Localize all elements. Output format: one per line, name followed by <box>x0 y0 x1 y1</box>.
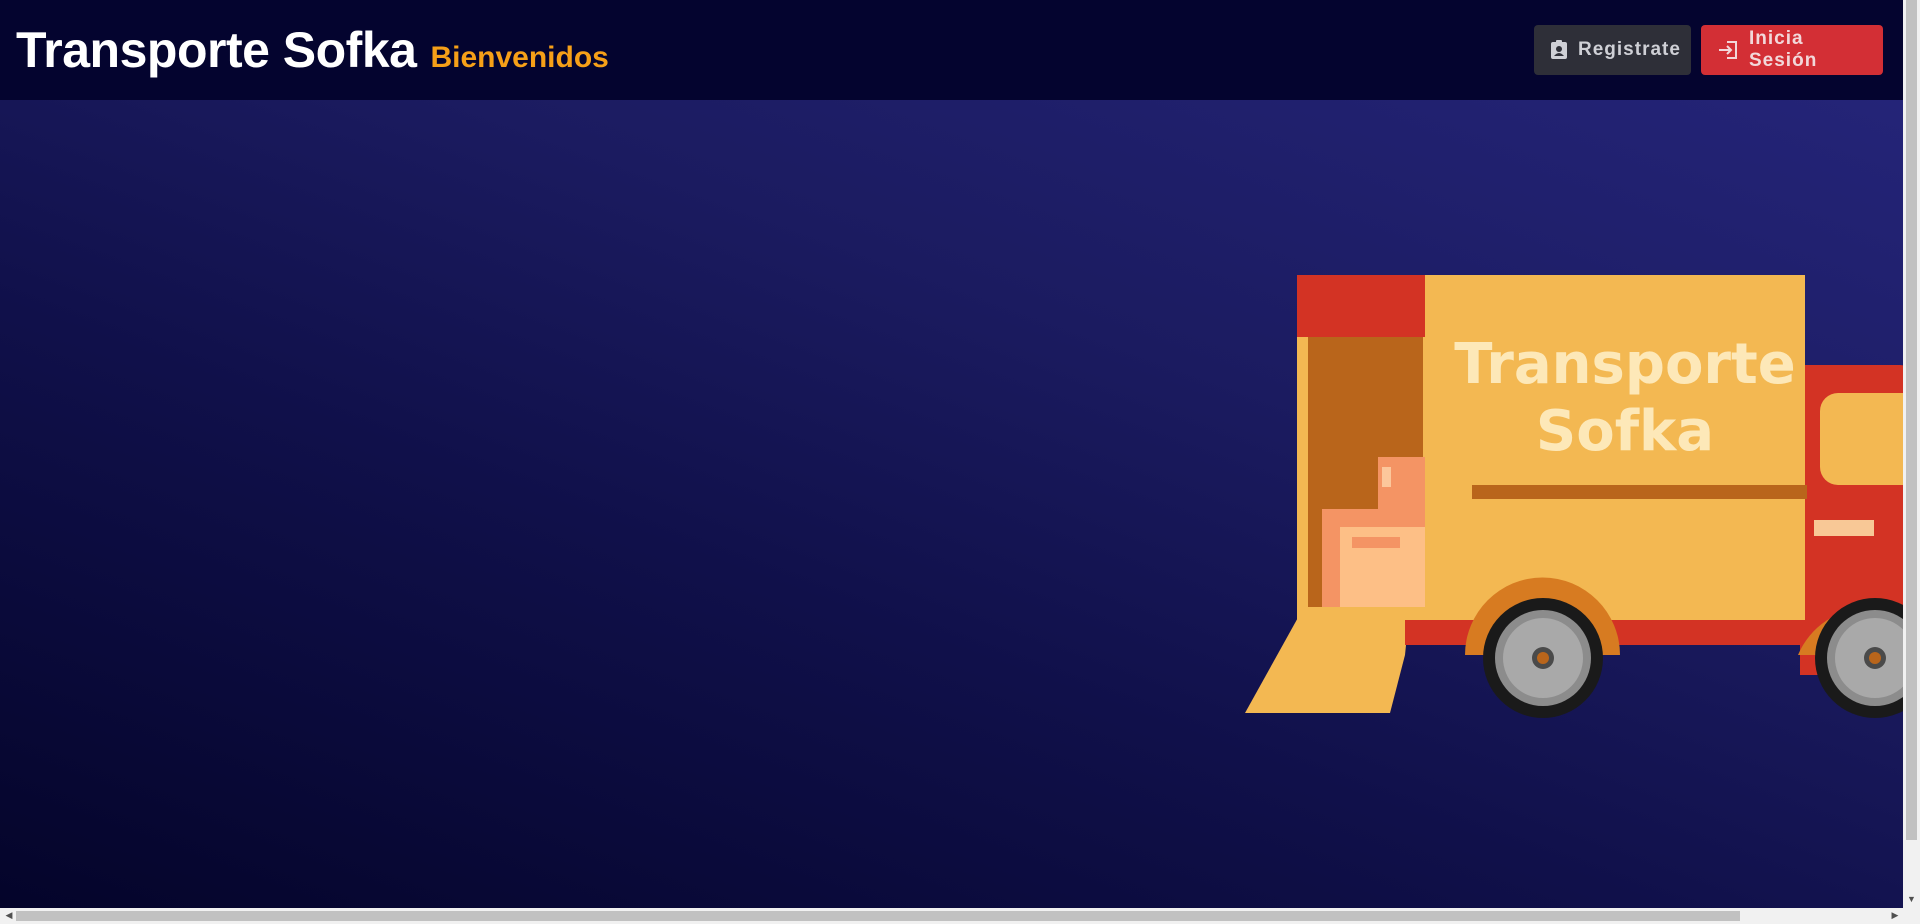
vertical-scroll-thumb[interactable] <box>1906 0 1917 840</box>
header-actions: Registrate Inicia Sesión <box>1534 25 1883 75</box>
register-button[interactable]: Registrate <box>1534 25 1691 75</box>
truck-cargo-roof <box>1297 275 1425 337</box>
app-title: Transporte Sofka <box>16 22 417 78</box>
brand: Transporte Sofka Bienvenidos <box>16 21 609 79</box>
hero-section: Transporte Sofka <box>0 100 1903 908</box>
scroll-left-arrow-icon[interactable]: ◀ <box>2 910 16 922</box>
login-button[interactable]: Inicia Sesión <box>1701 25 1883 75</box>
horizontal-scrollbar[interactable]: ◀ ▶ <box>0 908 1920 924</box>
login-button-label: Inicia Sesión <box>1749 28 1818 71</box>
horizontal-scroll-thumb[interactable] <box>16 911 1740 921</box>
scroll-right-arrow-icon[interactable]: ▶ <box>1888 910 1902 922</box>
id-badge-icon <box>1551 40 1567 59</box>
vertical-scrollbar[interactable]: ▼ <box>1903 0 1920 908</box>
truck-text-line2: Sofka <box>1536 399 1714 464</box>
welcome-subtitle: Bienvenidos <box>430 41 609 74</box>
register-button-label: Registrate <box>1578 39 1681 60</box>
truck-door-handle <box>1814 520 1874 536</box>
truck-illustration: Transporte Sofka <box>1245 275 1903 718</box>
scroll-down-arrow-icon[interactable]: ▼ <box>1903 894 1920 906</box>
truck-ramp <box>1245 605 1410 713</box>
login-icon <box>1719 41 1737 59</box>
truck-stripe <box>1472 485 1807 499</box>
truck-window <box>1820 393 1903 485</box>
truck-text-line1: Transporte <box>1454 332 1796 397</box>
navbar: Transporte Sofka Bienvenidos Registrate … <box>0 0 1903 100</box>
